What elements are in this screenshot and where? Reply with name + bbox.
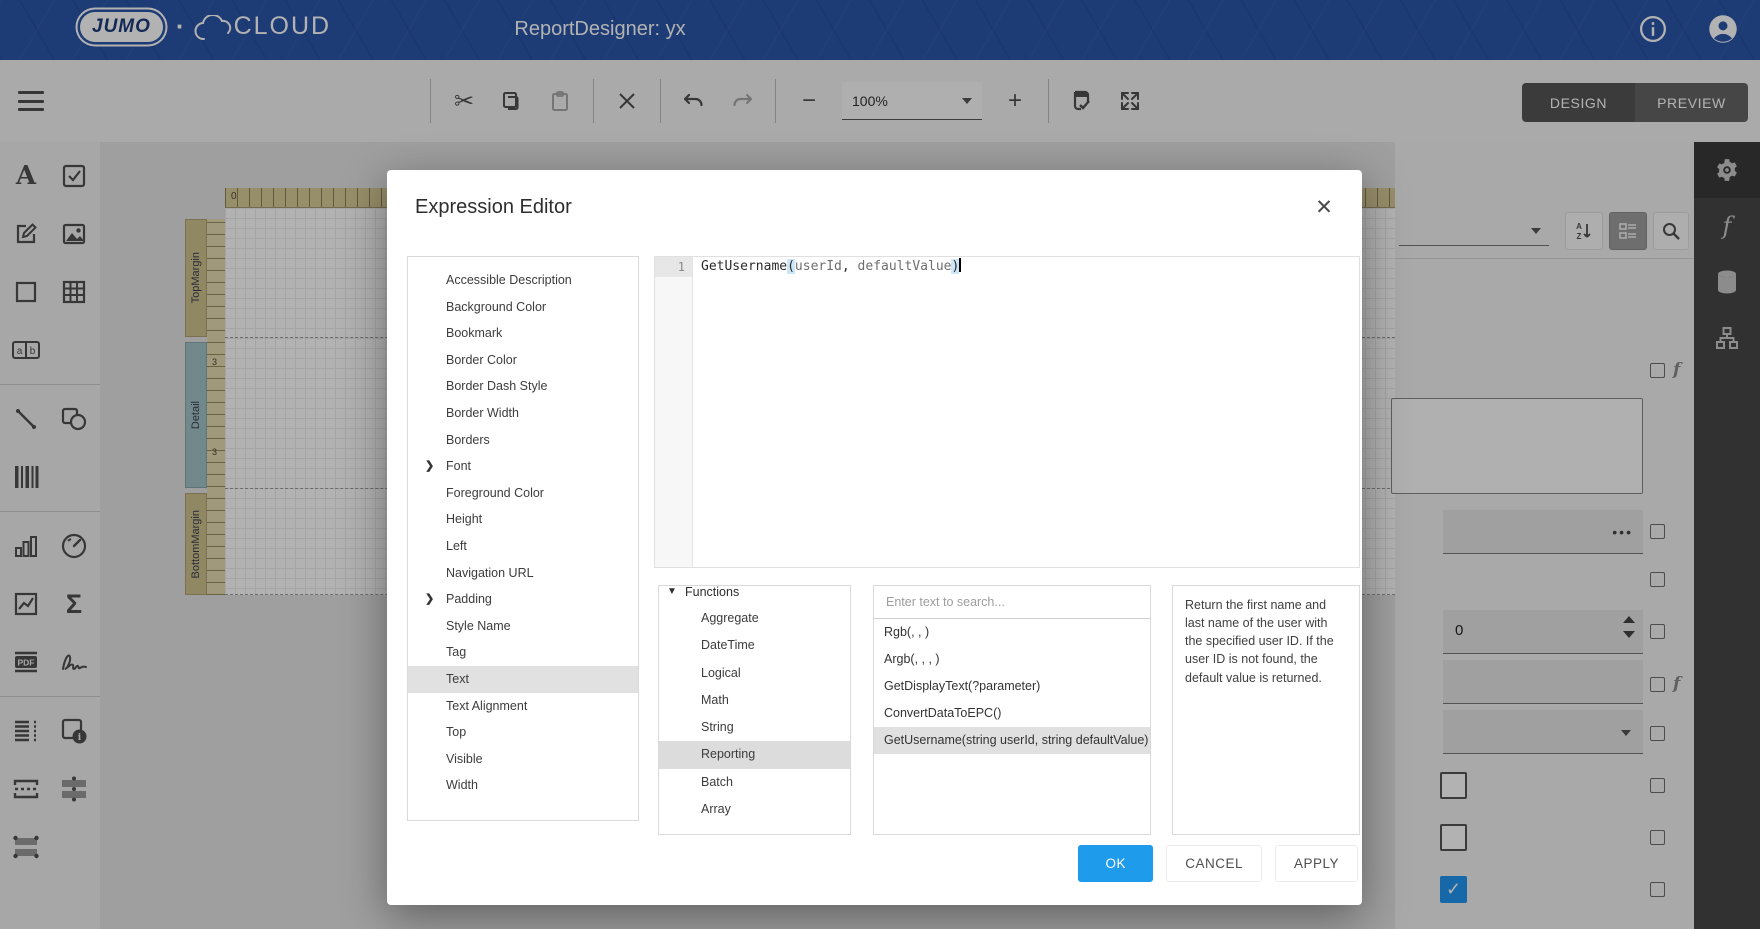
property-item[interactable]: ❯Text Alignment bbox=[408, 693, 638, 720]
property-item[interactable]: ❯Height bbox=[408, 506, 638, 533]
dialog-title: Expression Editor bbox=[415, 196, 572, 219]
chevron-right-icon: ❯ bbox=[425, 453, 434, 480]
tree-category-item[interactable]: Array bbox=[659, 796, 850, 823]
functions-tree: ▼Functions AggregateDateTimeLogicalMathS… bbox=[658, 585, 851, 835]
apply-button[interactable]: APPLY bbox=[1275, 845, 1358, 882]
tree-category-item[interactable]: Aggregate bbox=[659, 605, 850, 632]
function-list-panel: Rgb(, , )Argb(, , , )GetDisplayText(?par… bbox=[873, 585, 1151, 835]
property-list: ❯Accessible Description❯Background Color… bbox=[407, 256, 639, 821]
property-item[interactable]: ❯Border Dash Style bbox=[408, 373, 638, 400]
property-item[interactable]: ❯Foreground Color bbox=[408, 480, 638, 507]
property-item[interactable]: ❯Padding bbox=[408, 586, 638, 613]
chevron-down-icon: ▼ bbox=[667, 585, 677, 605]
tree-category-item[interactable]: Logical bbox=[659, 660, 850, 687]
function-item[interactable]: GetDisplayText(?parameter) bbox=[874, 673, 1150, 700]
function-item[interactable]: Argb(, , , ) bbox=[874, 646, 1150, 673]
tree-category-item[interactable]: Reporting bbox=[659, 741, 850, 768]
function-item[interactable]: ConvertDataToEPC() bbox=[874, 700, 1150, 727]
function-item[interactable]: Rgb(, , ) bbox=[874, 619, 1150, 646]
property-item[interactable]: ❯Tag bbox=[408, 639, 638, 666]
app-window: JUMO · CLOUD ReportDesigner: yx bbox=[0, 0, 1760, 929]
editor-gutter: 1 bbox=[655, 257, 693, 567]
tree-category-item[interactable]: DateTime bbox=[659, 632, 850, 659]
function-item[interactable]: GetUsername(string userId, string defaul… bbox=[874, 727, 1150, 754]
text-cursor bbox=[959, 258, 961, 272]
line-number: 1 bbox=[655, 257, 692, 277]
tree-category-item[interactable]: String bbox=[659, 714, 850, 741]
property-item[interactable]: ❯Border Width bbox=[408, 400, 638, 427]
property-item[interactable]: ❯Borders bbox=[408, 427, 638, 454]
cancel-button[interactable]: CANCEL bbox=[1166, 845, 1262, 882]
property-item[interactable]: ❯Background Color bbox=[408, 294, 638, 321]
chevron-right-icon: ❯ bbox=[425, 586, 434, 613]
tree-category-item[interactable]: Math bbox=[659, 687, 850, 714]
code-line: GetUsername(userId, defaultValue) bbox=[701, 257, 961, 277]
tree-root-functions[interactable]: ▼Functions bbox=[659, 585, 850, 605]
property-item[interactable]: ❯Top bbox=[408, 719, 638, 746]
property-item[interactable]: ❯Border Color bbox=[408, 347, 638, 374]
property-item[interactable]: ❯Bookmark bbox=[408, 320, 638, 347]
property-item[interactable]: ❯Font bbox=[408, 453, 638, 480]
search-input[interactable] bbox=[874, 586, 1150, 619]
expression-code-editor[interactable]: 1 GetUsername(userId, defaultValue) bbox=[654, 256, 1360, 568]
tree-category-item[interactable]: Batch bbox=[659, 769, 850, 796]
property-item[interactable]: ❯Style Name bbox=[408, 613, 638, 640]
expression-editor-dialog: Expression Editor ✕ ❯Accessible Descript… bbox=[387, 170, 1362, 905]
property-item[interactable]: ❯Left bbox=[408, 533, 638, 560]
property-item[interactable]: ❯Accessible Description bbox=[408, 267, 638, 294]
property-item[interactable]: ❯Navigation URL bbox=[408, 560, 638, 587]
property-item[interactable]: ❯Text bbox=[408, 666, 638, 693]
property-item[interactable]: ❯Width bbox=[408, 772, 638, 799]
close-icon[interactable]: ✕ bbox=[1312, 196, 1336, 220]
ok-button[interactable]: OK bbox=[1078, 845, 1153, 882]
property-item[interactable]: ❯Visible bbox=[408, 746, 638, 773]
function-description: Return the first name and last name of t… bbox=[1172, 585, 1360, 835]
